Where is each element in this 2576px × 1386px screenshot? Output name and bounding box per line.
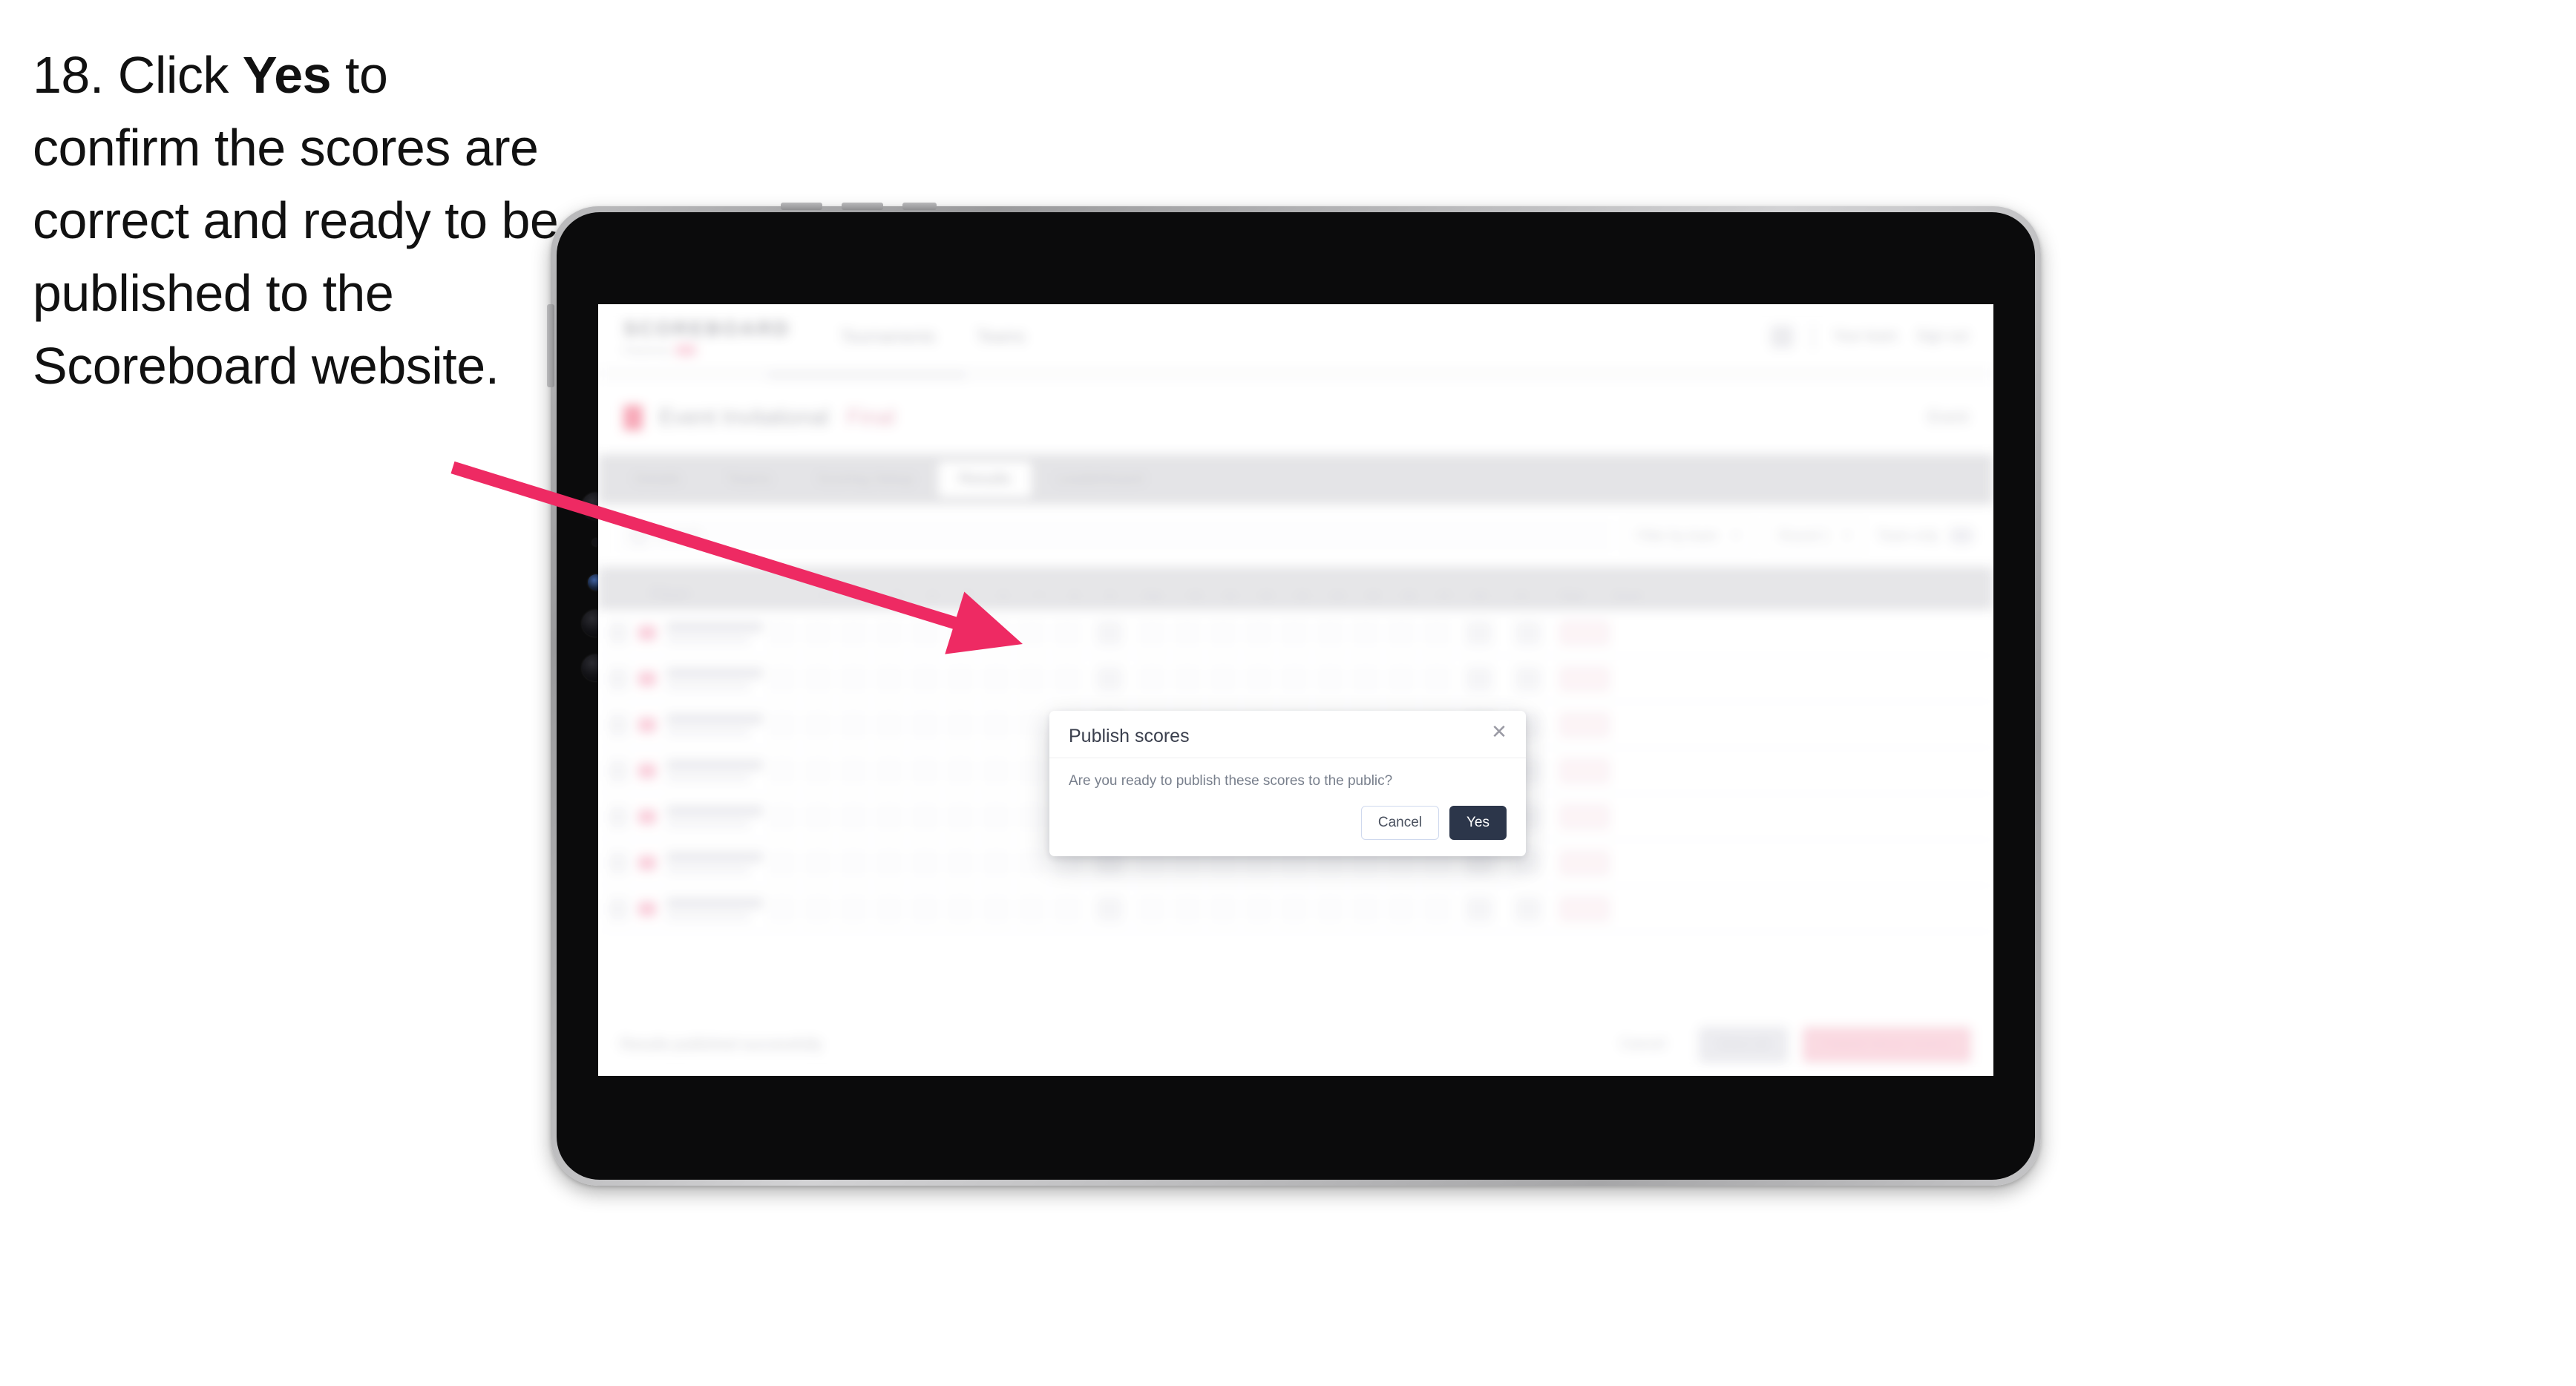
close-icon[interactable]: ✕ <box>1489 721 1510 742</box>
device-body: SCOREBOARD Powered by Tournaments Teams … <box>557 212 2035 1180</box>
cancel-button[interactable]: Cancel <box>1360 806 1439 840</box>
tablet-device: SCOREBOARD Powered by Tournaments Teams … <box>547 203 2041 1186</box>
tablet-screen: SCOREBOARD Powered by Tournaments Teams … <box>598 304 1993 1076</box>
modal-header: Publish scores ✕ <box>1049 711 1526 758</box>
modal-message: Are you ready to publish these scores to… <box>1069 773 1393 789</box>
instruction-text-before: Click <box>103 46 243 104</box>
power-button[interactable] <box>547 304 554 387</box>
publish-scores-modal: Publish scores ✕ Are you ready to publis… <box>1049 711 1526 856</box>
volume-down-button[interactable] <box>842 203 883 210</box>
top-edge-button[interactable] <box>902 203 937 210</box>
modal-actions: Cancel Yes <box>1049 789 1526 840</box>
modal-scrim[interactable] <box>598 304 1993 1076</box>
modal-body: Are you ready to publish these scores to… <box>1049 758 1526 789</box>
confirm-yes-button[interactable]: Yes <box>1449 806 1507 840</box>
volume-up-button[interactable] <box>781 203 822 210</box>
step-number: 18. <box>33 46 104 104</box>
instruction-caption: 18. Click Yes to confirm the scores are … <box>33 39 567 402</box>
instruction-bold-keyword: Yes <box>242 46 332 104</box>
modal-title: Publish scores <box>1069 726 1190 746</box>
